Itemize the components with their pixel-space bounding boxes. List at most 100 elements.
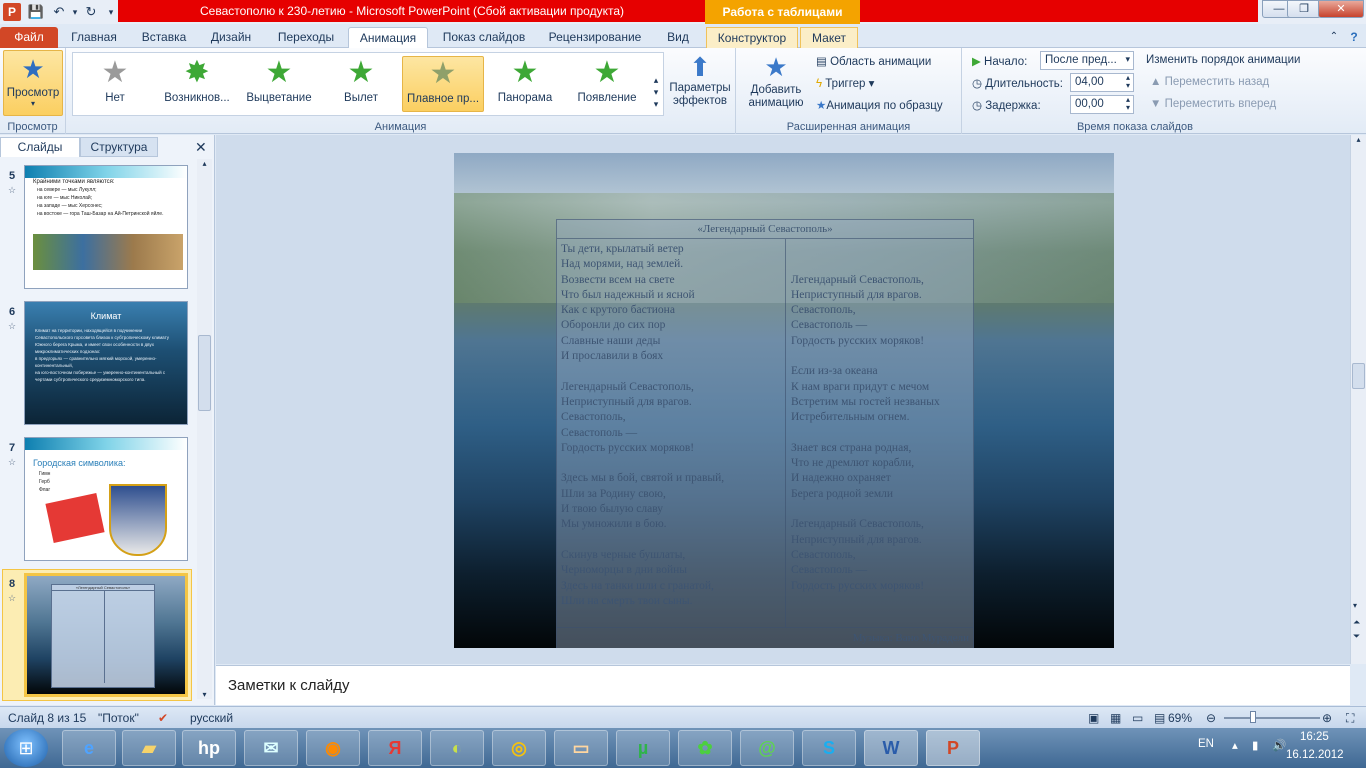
- trigger-button[interactable]: ϟ Триггер ▾: [816, 76, 874, 90]
- anim-appear[interactable]: ✸ Возникнов...: [156, 56, 238, 112]
- theme-name[interactable]: "Поток": [98, 711, 139, 725]
- spinner-icon[interactable]: ▴ ▾: [1126, 96, 1130, 112]
- volume-icon[interactable]: 🔊: [1272, 738, 1286, 752]
- scroll-down-icon[interactable]: ▾: [1353, 601, 1357, 611]
- anim-none[interactable]: ★ Нет: [74, 56, 156, 112]
- mail-agent-icon[interactable]: @: [740, 730, 794, 766]
- tab-design[interactable]: Дизайн: [202, 27, 260, 48]
- slides-panel: Слайды Структура ✕ 5 ☆ Крайними точками …: [0, 135, 215, 705]
- panel-scrollbar[interactable]: ▴ ▾: [197, 159, 212, 699]
- ribbon: ★ Просмотр ▾ Просмотр ★ Нет ✸ Возникнов...…: [0, 48, 1366, 134]
- prev-slide-icon[interactable]: ⏶: [1353, 617, 1360, 627]
- tab-home[interactable]: Главная: [62, 27, 126, 48]
- scroll-thumb[interactable]: [198, 335, 211, 411]
- icq-icon[interactable]: ✿: [678, 730, 732, 766]
- tab-view[interactable]: Вид: [658, 27, 698, 48]
- yandex-icon[interactable]: Я: [368, 730, 422, 766]
- scroll-thumb[interactable]: [1352, 363, 1365, 389]
- zoom-slider[interactable]: [1224, 717, 1320, 719]
- network-icon[interactable]: ▮: [1252, 738, 1258, 752]
- internet-explorer-icon[interactable]: e: [62, 730, 116, 766]
- media-icon[interactable]: ◐: [430, 730, 484, 766]
- powerpoint-icon[interactable]: P: [926, 730, 980, 766]
- current-slide[interactable]: «Легендарный Севастополь» Ты дети, крыла…: [454, 153, 1114, 648]
- zoom-in-icon[interactable]: ⊕: [1322, 711, 1332, 725]
- slide-thumb-5[interactable]: Крайними точками являются: на севере — м…: [24, 165, 188, 289]
- presentation-app-icon[interactable]: ▭: [554, 730, 608, 766]
- slide-scrollbar[interactable]: ▴ ▾ ⏶ ⏷: [1350, 135, 1366, 664]
- effect-params-button[interactable]: ⬆ Параметры эффектов: [666, 52, 734, 108]
- pane-icon: ▤: [816, 56, 831, 68]
- slideshow-icon[interactable]: ▤: [1154, 711, 1165, 725]
- save-icon[interactable]: 💾: [27, 3, 45, 21]
- zoom-slider-thumb[interactable]: [1250, 711, 1256, 723]
- tab-slideshow[interactable]: Показ слайдов: [436, 27, 532, 48]
- close-panel-icon[interactable]: ✕: [195, 139, 207, 156]
- player-icon[interactable]: ◎: [492, 730, 546, 766]
- notes-placeholder: Заметки к слайду: [228, 677, 350, 694]
- scroll-down-icon[interactable]: ▾: [197, 690, 212, 699]
- input-language[interactable]: EN: [1198, 738, 1214, 750]
- delay-field[interactable]: 00,00 ▴ ▾: [1070, 95, 1134, 114]
- animation-pane-button[interactable]: ▤ Область анимации: [816, 54, 931, 68]
- minimize-ribbon-icon[interactable]: ⌃: [1326, 27, 1342, 48]
- animation-painter-button[interactable]: ★Анимация по образцу: [816, 98, 943, 112]
- help-icon[interactable]: ?: [1346, 27, 1362, 48]
- anim-fade[interactable]: ★ Выцветание: [238, 56, 320, 112]
- normal-view-icon[interactable]: ▣: [1088, 711, 1099, 725]
- tab-outline[interactable]: Структура: [80, 137, 158, 157]
- scroll-up-icon[interactable]: ▴: [1351, 135, 1366, 149]
- reading-view-icon[interactable]: ▭: [1132, 711, 1143, 725]
- slide-thumb-8[interactable]: «Легендарный Севастополь»: [24, 573, 188, 697]
- tab-insert[interactable]: Вставка: [132, 27, 196, 48]
- tab-file[interactable]: Файл: [0, 27, 58, 48]
- language-indicator[interactable]: русский: [190, 711, 233, 725]
- anim-pan[interactable]: ★ Панорама: [484, 56, 566, 112]
- move-earlier-button[interactable]: ▲ Переместить назад: [1150, 76, 1269, 88]
- hp-icon[interactable]: hp: [182, 730, 236, 766]
- restore-button[interactable]: ❐: [1287, 0, 1321, 18]
- mail-icon[interactable]: ✉: [244, 730, 298, 766]
- skype-icon[interactable]: S: [802, 730, 856, 766]
- tab-table-layout[interactable]: Макет: [800, 27, 858, 48]
- spinner-icon[interactable]: ▴ ▾: [1126, 74, 1130, 90]
- close-button[interactable]: ✕: [1318, 0, 1364, 18]
- utorrent-icon[interactable]: µ: [616, 730, 670, 766]
- tray-arrow-icon[interactable]: ▴: [1232, 738, 1238, 752]
- powerpoint-app-icon[interactable]: P: [3, 3, 21, 21]
- add-animation-button[interactable]: ★ Добавить анимацию: [740, 50, 812, 110]
- lyrics-table[interactable]: «Легендарный Севастополь» Ты дети, крыла…: [556, 219, 974, 648]
- notes-pane[interactable]: Заметки к слайду: [216, 665, 1350, 705]
- tab-animation[interactable]: Анимация: [348, 27, 428, 48]
- anim-float-in[interactable]: ★ Плавное пр...: [402, 56, 484, 112]
- fit-to-window-icon[interactable]: ⛶: [1346, 711, 1354, 726]
- thumb-table: «Легендарный Севастополь»: [51, 584, 155, 688]
- start-select[interactable]: После пред... ▾: [1040, 51, 1134, 70]
- redo-icon[interactable]: ↻: [82, 3, 100, 21]
- start-button[interactable]: ⊞: [4, 729, 48, 767]
- gallery-scroll[interactable]: ▴ ▾ ▾: [650, 74, 662, 116]
- tab-transitions[interactable]: Переходы: [268, 27, 344, 48]
- move-later-button[interactable]: ▼ Переместить вперед: [1150, 98, 1276, 110]
- preview-button[interactable]: ★ Просмотр ▾: [3, 50, 63, 116]
- word-icon[interactable]: W: [864, 730, 918, 766]
- clock-time[interactable]: 16:25: [1300, 731, 1329, 743]
- spellcheck-icon[interactable]: ✔: [158, 711, 168, 725]
- file-explorer-icon[interactable]: ▰: [122, 730, 176, 766]
- anim-appearance[interactable]: ★ Появление: [566, 56, 648, 112]
- zoom-level[interactable]: 69%: [1168, 711, 1192, 725]
- clock-date[interactable]: 16.12.2012: [1286, 749, 1344, 761]
- tab-review[interactable]: Рецензирование: [540, 27, 650, 48]
- next-slide-icon[interactable]: ⏷: [1353, 631, 1360, 641]
- duration-field[interactable]: 04,00 ▴ ▾: [1070, 73, 1134, 92]
- slide-sorter-icon[interactable]: ▦: [1110, 711, 1121, 725]
- tab-table-design[interactable]: Конструктор: [706, 27, 798, 48]
- slide-thumb-6[interactable]: Климат Климат на территории, находящейся…: [24, 301, 188, 425]
- dropdown-icon: ▾: [1125, 54, 1130, 64]
- zoom-out-icon[interactable]: ⊖: [1206, 711, 1216, 725]
- tab-slides[interactable]: Слайды: [0, 137, 80, 157]
- slide-thumb-7[interactable]: Городская символика: Гимн Герб Флаг: [24, 437, 188, 561]
- scroll-up-icon[interactable]: ▴: [197, 159, 212, 173]
- firefox-icon[interactable]: ◉: [306, 730, 360, 766]
- anim-fly-in[interactable]: ★ Вылет: [320, 56, 402, 112]
